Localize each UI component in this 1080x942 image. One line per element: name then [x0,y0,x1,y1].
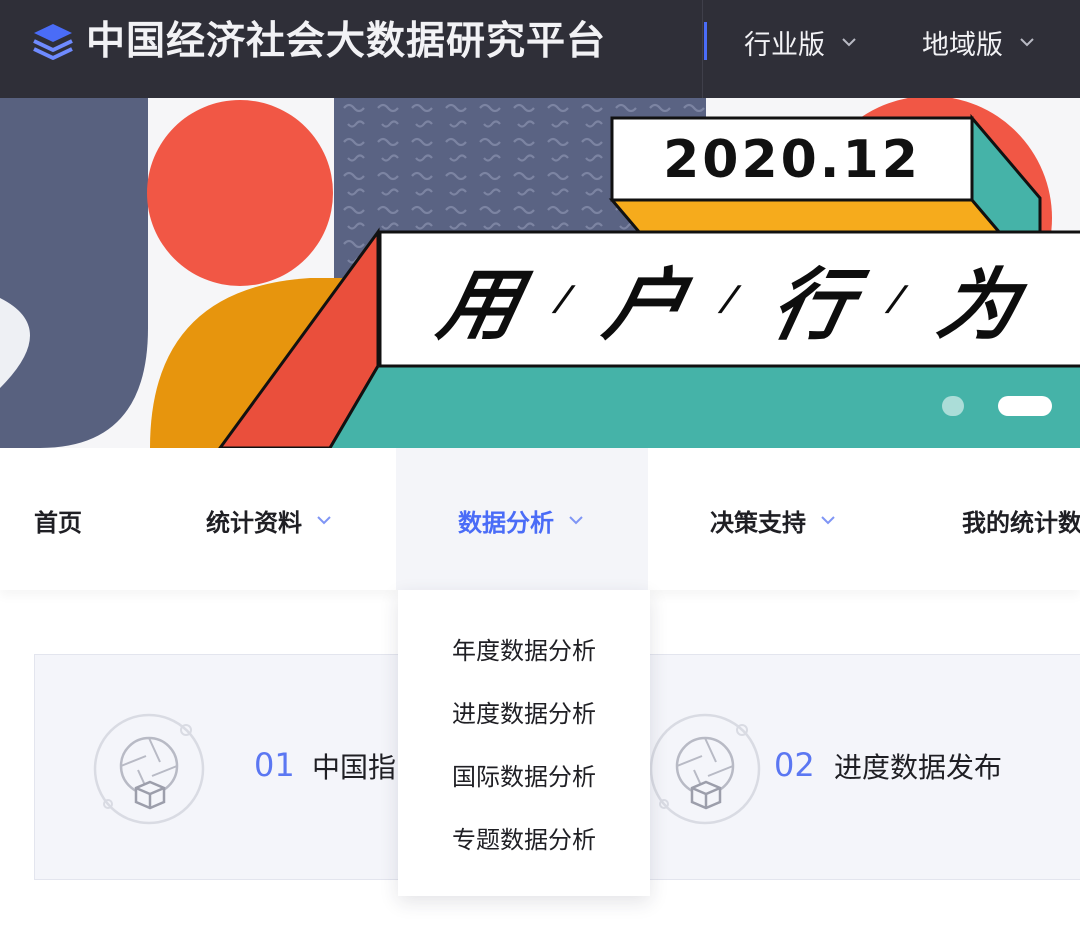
data-analysis-dropdown: 年度数据分析 进度数据分析 国际数据分析 专题数据分析 [398,590,650,896]
industry-version-label: 行业版 [744,29,825,61]
region-version-label: 地域版 [922,29,1003,61]
headline-char: 行 [763,261,861,351]
region-version-button[interactable]: 地域版 [922,22,1035,62]
nav-item-my-statistics[interactable]: 我的统计数 [962,498,1080,542]
headline-char: 为 [930,261,1028,351]
carousel-dot-2-active[interactable] [998,396,1052,416]
nav-item-label: 统计资料 [206,508,302,537]
nav-item-label: 首页 [34,508,82,537]
site-title[interactable]: 中国经济社会大数据研究平台 [86,16,606,68]
nav-item-data-analysis[interactable]: 数据分析 [458,498,584,542]
hero-banner[interactable]: 2020.12 用 / 户 / 行 / 为 [0,98,1080,448]
dropdown-item-annual[interactable]: 年度数据分析 [398,626,650,670]
nav-item-label: 决策支持 [710,508,806,537]
card-title-china-index[interactable]: 中国指 [312,746,396,786]
banner-date: 2020.12 [663,130,921,190]
industry-version-button[interactable]: 行业版 [744,22,857,62]
headline-separator: / [553,279,575,319]
nav-item-home[interactable]: 首页 [34,498,82,542]
chevron-down-icon [1020,38,1034,47]
headline-char: 用 [430,261,529,351]
headline-separator: / [720,279,742,319]
headline-char: 户 [597,261,695,351]
dropdown-item-progress[interactable]: 进度数据分析 [398,689,650,733]
nav-item-decision-support[interactable]: 决策支持 [710,498,836,542]
headline-separator: / [886,279,908,319]
card-title-progress-release[interactable]: 进度数据发布 [834,746,1002,786]
banner-headline: 用 / 户 / 行 / 为 [380,232,1080,366]
card-number: 01 [254,746,295,784]
topbar-divider-line [702,0,703,98]
dropdown-item-international[interactable]: 国际数据分析 [398,752,650,796]
chevron-down-icon [569,516,583,525]
chevron-down-icon [317,516,331,525]
aperture-cube-icon [93,713,205,825]
layers-icon[interactable] [32,22,74,62]
chevron-down-icon [842,38,856,47]
carousel-dot-1[interactable] [942,396,964,416]
nav-item-label: 数据分析 [458,508,554,537]
topbar-accent-divider [704,22,707,60]
nav-item-statistics[interactable]: 统计资料 [206,498,332,542]
chevron-down-icon [821,516,835,525]
card-number: 02 [774,746,815,784]
top-bar: 中国经济社会大数据研究平台 行业版 地域版 [0,0,1080,98]
dropdown-item-thematic[interactable]: 专题数据分析 [398,815,650,859]
aperture-cube-icon [649,713,761,825]
nav-item-label: 我的统计数 [962,508,1080,537]
